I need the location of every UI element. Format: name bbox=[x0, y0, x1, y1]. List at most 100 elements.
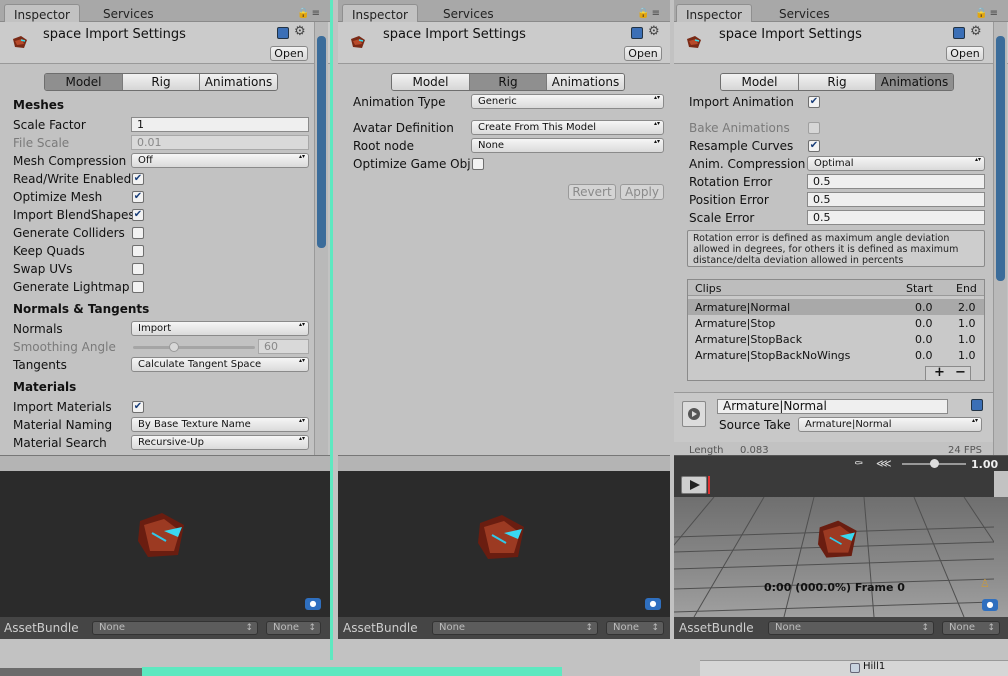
animation-type-dropdown[interactable]: Generic bbox=[471, 94, 664, 109]
normals-dropdown[interactable]: Import bbox=[131, 321, 309, 336]
revert-button[interactable]: Revert bbox=[568, 184, 616, 200]
tab-animations[interactable]: Animations bbox=[200, 74, 277, 90]
scrollbar-thumb[interactable] bbox=[996, 36, 1005, 281]
tab-inspector[interactable]: Inspector bbox=[676, 4, 752, 22]
page-title: space Import Settings bbox=[719, 27, 862, 42]
generate-colliders-checkbox[interactable] bbox=[132, 227, 144, 239]
position-error-field[interactable]: 0.5 bbox=[807, 192, 985, 207]
apply-button[interactable]: Apply bbox=[620, 184, 664, 200]
speed-icon[interactable]: ⋘ bbox=[876, 457, 892, 470]
lock-icon[interactable]: 🔒≡ bbox=[637, 8, 662, 19]
tab-rig[interactable]: Rig bbox=[799, 74, 876, 90]
keep-quads-checkbox[interactable] bbox=[132, 245, 144, 257]
tab-animations[interactable]: Animations bbox=[876, 74, 953, 90]
asset-variant-dropdown[interactable]: None bbox=[266, 621, 321, 635]
tab-model[interactable]: Model bbox=[392, 74, 470, 90]
help-book-icon[interactable] bbox=[277, 27, 289, 39]
material-search-dropdown[interactable]: Recursive-Up bbox=[131, 435, 309, 450]
tab-rig[interactable]: Rig bbox=[123, 74, 200, 90]
animation-preview[interactable]: 0:00 (000.0%) Frame 0 ♙ ● bbox=[674, 497, 1008, 617]
pivot-icon[interactable]: ⚰ bbox=[854, 457, 863, 470]
clip-end: 2.0 bbox=[958, 301, 976, 314]
asset-bundle-dropdown[interactable]: None bbox=[92, 621, 258, 635]
scale-factor-field[interactable]: 1 bbox=[131, 117, 309, 132]
optimize-mesh-checkbox[interactable]: ✔ bbox=[132, 191, 144, 203]
clip-help-icon[interactable] bbox=[971, 399, 983, 411]
gear-icon[interactable]: ⚙ bbox=[294, 24, 306, 39]
clip-row[interactable]: Armature|StopBack 0.0 1.0 bbox=[688, 331, 984, 347]
import-materials-checkbox[interactable]: ✔ bbox=[132, 401, 144, 413]
resample-curves-checkbox[interactable]: ✔ bbox=[808, 140, 820, 152]
clip-row[interactable]: Armature|Normal 0.0 2.0 bbox=[688, 299, 984, 315]
help-book-icon[interactable] bbox=[953, 27, 965, 39]
tab-model[interactable]: Model bbox=[721, 74, 799, 90]
read-write-checkbox[interactable]: ✔ bbox=[132, 173, 144, 185]
scale-error-field[interactable]: 0.5 bbox=[807, 210, 985, 225]
asset-bundle-dropdown[interactable]: None bbox=[768, 621, 934, 635]
scrollbar-thumb[interactable] bbox=[317, 36, 326, 248]
tab-rig[interactable]: Rig bbox=[470, 74, 547, 90]
asset-variant-dropdown[interactable]: None bbox=[606, 621, 664, 635]
model-preview[interactable]: ● bbox=[338, 471, 670, 617]
material-naming-dropdown[interactable]: By Base Texture Name bbox=[131, 417, 309, 432]
scrollbar[interactable] bbox=[314, 22, 328, 455]
timeline-cursor[interactable] bbox=[708, 476, 710, 494]
play-preview-icon[interactable] bbox=[682, 401, 706, 427]
help-book-icon[interactable] bbox=[631, 27, 643, 39]
smoothing-slider-track[interactable] bbox=[133, 346, 255, 349]
anim-compression-dropdown[interactable]: Optimal bbox=[807, 156, 985, 171]
open-button[interactable]: Open bbox=[946, 46, 984, 61]
clip-row[interactable]: Armature|StopBackNoWings 0.0 1.0 bbox=[688, 347, 984, 363]
clip-row[interactable]: Armature|Stop 0.0 1.0 bbox=[688, 315, 984, 331]
tab-services[interactable]: Services bbox=[94, 4, 163, 22]
label-tag-icon[interactable]: ● bbox=[982, 599, 998, 611]
tab-services[interactable]: Services bbox=[770, 4, 839, 22]
clip-name-field[interactable]: Armature|Normal bbox=[717, 399, 948, 414]
lock-icon[interactable]: 🔒≡ bbox=[975, 8, 1000, 19]
open-button[interactable]: Open bbox=[624, 46, 662, 61]
tangents-dropdown[interactable]: Calculate Tangent Space bbox=[131, 357, 309, 372]
add-clip-button[interactable]: + bbox=[934, 366, 945, 379]
label-tag-icon[interactable]: ● bbox=[645, 598, 661, 610]
keep-quads-label: Keep Quads bbox=[13, 244, 85, 258]
avatar-definition-dropdown[interactable]: Create From This Model bbox=[471, 120, 664, 135]
preview-splitter[interactable] bbox=[0, 455, 330, 471]
rotation-error-field[interactable]: 0.5 bbox=[807, 174, 985, 189]
smoothing-slider-handle[interactable] bbox=[169, 342, 179, 352]
avatar-figure-icon[interactable]: ♙ bbox=[980, 577, 990, 590]
tab-inspector[interactable]: Inspector bbox=[4, 4, 80, 22]
gear-icon[interactable]: ⚙ bbox=[648, 24, 660, 39]
clip-add-remove: + − bbox=[925, 366, 971, 381]
swap-uvs-checkbox[interactable] bbox=[132, 263, 144, 275]
lock-icon[interactable]: 🔒≡ bbox=[297, 8, 322, 19]
generate-lightmap-checkbox[interactable] bbox=[132, 281, 144, 293]
source-take-dropdown[interactable]: Armature|Normal bbox=[798, 417, 982, 432]
anim-compression-label: Anim. Compression bbox=[689, 157, 806, 171]
import-blendshapes-checkbox[interactable]: ✔ bbox=[132, 209, 144, 221]
asset-bundle-bar: AssetBundle None None bbox=[0, 617, 330, 639]
asset-variant-dropdown[interactable]: None bbox=[942, 621, 1000, 635]
label-tag-icon[interactable]: ● bbox=[305, 598, 321, 610]
root-node-dropdown[interactable]: None bbox=[471, 138, 664, 153]
scrollbar[interactable] bbox=[993, 22, 1007, 455]
tab-inspector[interactable]: Inspector bbox=[342, 4, 418, 22]
section-materials: Materials bbox=[13, 380, 77, 394]
optimize-mesh-label: Optimize Mesh bbox=[13, 190, 103, 204]
tab-animations[interactable]: Animations bbox=[547, 74, 624, 90]
remove-clip-button[interactable]: − bbox=[955, 366, 966, 379]
speed-slider-handle[interactable] bbox=[930, 459, 939, 468]
optimize-game-objects-checkbox[interactable] bbox=[472, 158, 484, 170]
open-button[interactable]: Open bbox=[270, 46, 308, 61]
play-button[interactable] bbox=[681, 476, 707, 494]
model-preview[interactable]: ● bbox=[0, 471, 330, 617]
import-settings-header: space Import Settings ⚙ Open bbox=[674, 22, 1008, 64]
tab-services[interactable]: Services bbox=[434, 4, 503, 22]
clip-end: 1.0 bbox=[958, 349, 976, 362]
mesh-compression-dropdown[interactable]: Off bbox=[131, 153, 309, 168]
import-animation-checkbox[interactable]: ✔ bbox=[808, 96, 820, 108]
asset-bundle-dropdown[interactable]: None bbox=[432, 621, 598, 635]
tab-model[interactable]: Model bbox=[45, 74, 123, 90]
preview-splitter[interactable] bbox=[338, 455, 670, 471]
hierarchy-item[interactable]: Hill1 bbox=[863, 661, 885, 672]
gear-icon[interactable]: ⚙ bbox=[970, 24, 982, 39]
